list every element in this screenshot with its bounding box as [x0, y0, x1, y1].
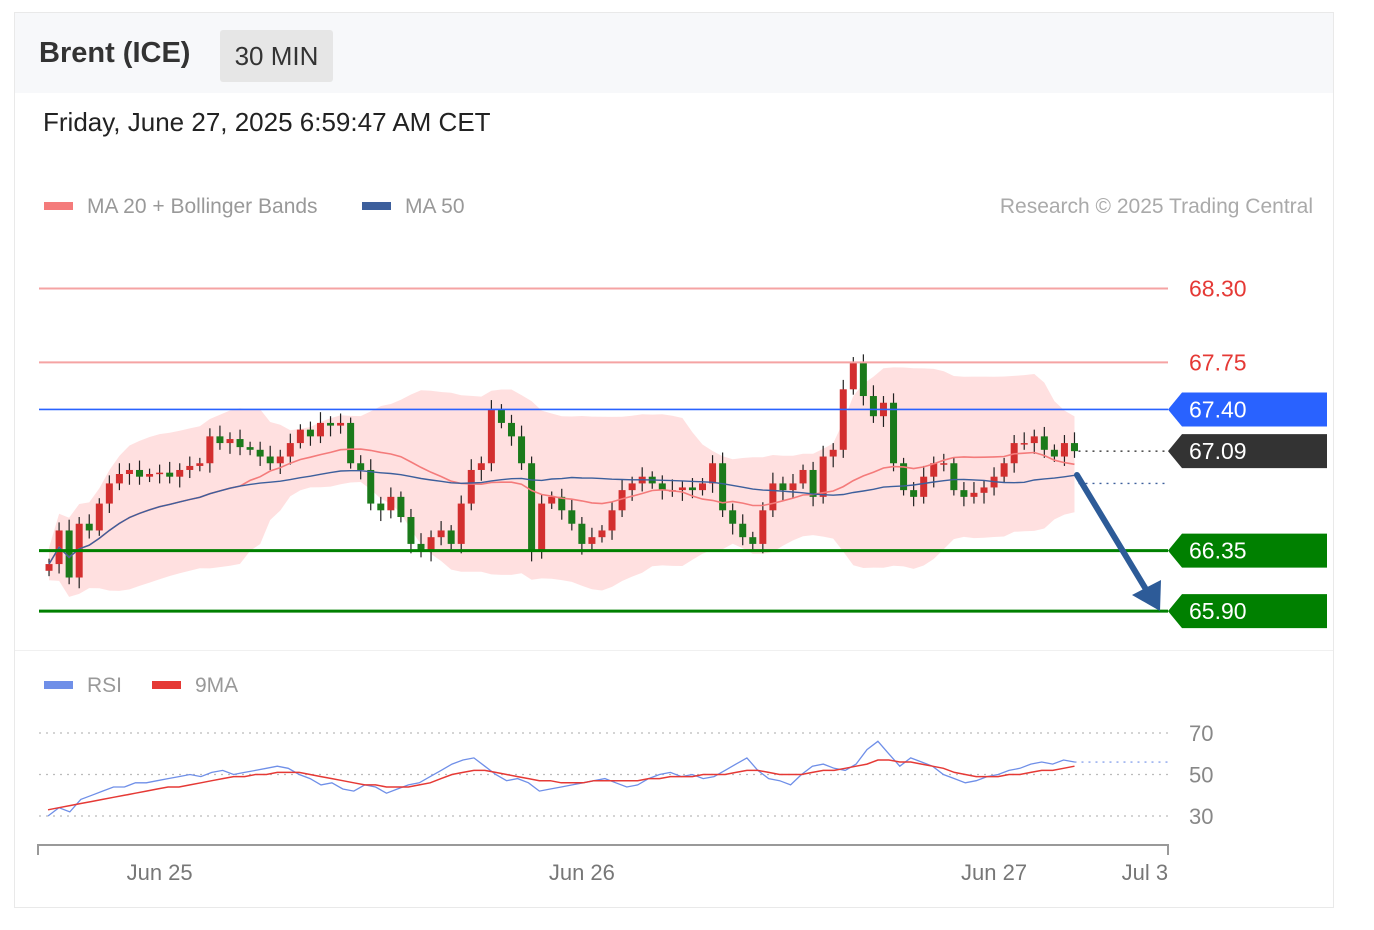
chart-card: Brent (ICE) 30 MIN Friday, June 27, 2025… — [14, 12, 1334, 908]
time-tick-label: Jun 25 — [127, 860, 193, 885]
rsi-line — [47, 740, 1075, 817]
copyright-label: Research © 2025 Trading Central — [1000, 195, 1313, 218]
rsi-axis-label: 70 — [1189, 721, 1213, 746]
rsi-axis-label: 30 — [1189, 804, 1213, 829]
candle — [950, 457, 958, 496]
ma50-legend-swatch — [362, 202, 391, 210]
candle — [538, 494, 546, 559]
ma20-legend-label: MA 20 + Bollinger Bands — [87, 195, 318, 218]
time-tick-label: Jun 26 — [549, 860, 615, 885]
price-chart: MA 20 + Bollinger Bands MA 50 Research ©… — [37, 195, 1327, 885]
rsi-legend-label: RSI — [87, 674, 122, 697]
time-axis: Jun 25 Jun 26 Jun 27 Jul 3 — [37, 844, 1169, 885]
time-tick-label: Jun 27 — [961, 860, 1027, 885]
time-tick-label: Jul 3 — [1122, 860, 1168, 885]
level-label: 67.40 — [1189, 396, 1247, 422]
candle — [890, 393, 898, 472]
rsi-ma-line — [47, 759, 1075, 811]
rsi-legend-swatch — [44, 681, 73, 689]
candle — [839, 379, 847, 458]
rsi-ma-legend-label: 9MA — [195, 674, 238, 697]
candle — [900, 457, 908, 496]
candle — [487, 400, 495, 472]
rsi-ma-legend-swatch — [152, 681, 181, 689]
rsi-axis-label: 50 — [1189, 763, 1213, 788]
level-label: 67.75 — [1189, 349, 1247, 375]
level-68.30: 68.30 — [39, 275, 1247, 301]
level-65.90: 65.90 — [39, 594, 1327, 629]
level-label: 66.35 — [1189, 538, 1247, 564]
time-axis-line — [37, 844, 1169, 855]
ma20-legend-swatch — [44, 202, 73, 210]
rsi-plot: 70 50 30 — [39, 721, 1213, 829]
candle — [347, 417, 355, 469]
ma50-legend-label: MA 50 — [405, 195, 465, 218]
level-label: 67.09 — [1189, 438, 1247, 464]
forecast-arrow — [1074, 472, 1161, 611]
price-plot — [45, 354, 1078, 597]
candle — [95, 498, 103, 536]
level-67.09: 67.09 — [1078, 434, 1327, 469]
level-label: 65.90 — [1189, 598, 1247, 624]
candle — [528, 456, 536, 562]
level-67.75: 67.75 — [39, 349, 1247, 375]
level-label: 68.30 — [1189, 275, 1247, 301]
candle — [377, 496, 385, 522]
